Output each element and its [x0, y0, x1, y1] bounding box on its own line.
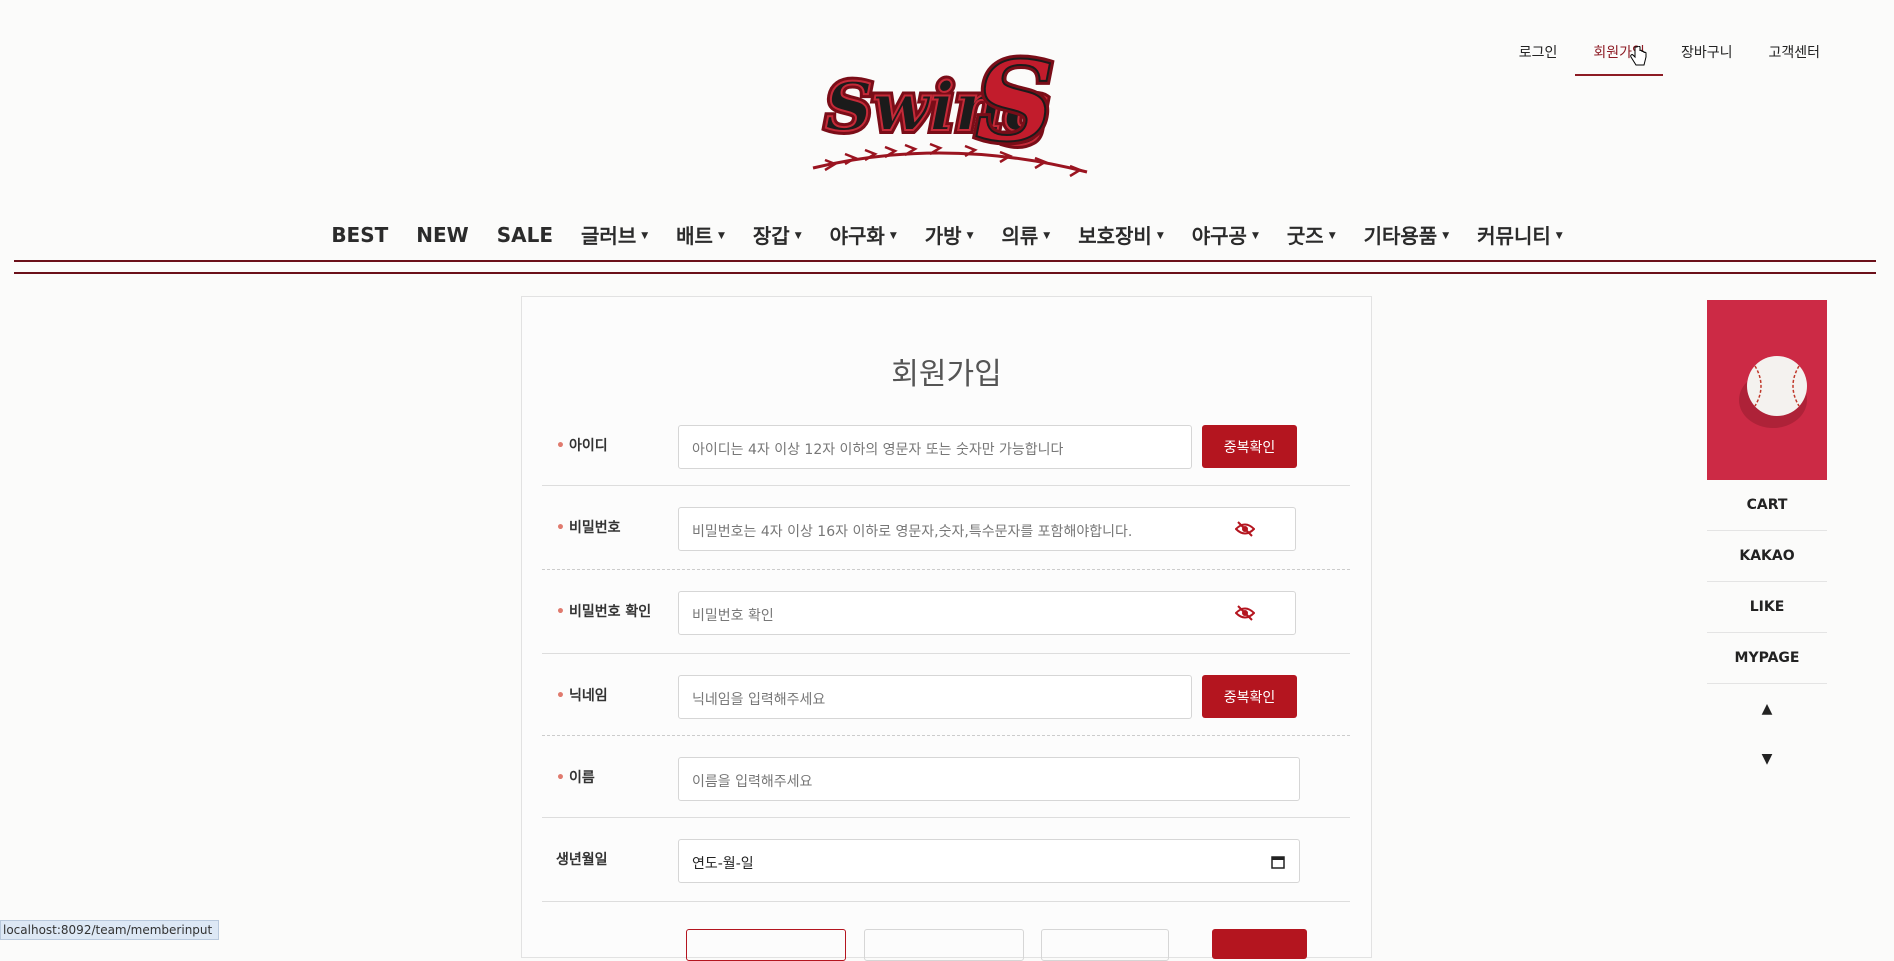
nav-divider-top — [14, 260, 1876, 262]
caret-down-icon: ▼ — [1328, 231, 1336, 241]
hand-cursor-icon — [1630, 46, 1647, 66]
quick-menu: CART KAKAO LIKE MYPAGE ▲ ▼ — [1707, 300, 1827, 784]
required-mark: • — [556, 520, 565, 536]
nav-item-label: 배트 — [676, 224, 713, 248]
nav-divider-bottom — [14, 272, 1876, 274]
nickname-row: • 닉네임 닉네임을 입력해주세요 중복확인 — [542, 653, 1350, 736]
required-mark: • — [556, 604, 565, 620]
nav-item-label: 장갑 — [752, 224, 790, 248]
name-label: • 이름 — [556, 770, 595, 786]
birth-row: 생년월일 연도-월-일 — [542, 817, 1350, 902]
caret-down-icon: ▼ — [1251, 231, 1259, 241]
caret-down-icon: ▼ — [1043, 231, 1051, 241]
nav-item-9[interactable]: 보호장비 ▼ — [1064, 220, 1178, 249]
nav-item-label: BEST — [331, 222, 389, 247]
signup-form: 회원가입 • 아이디 아이디는 4자 이상 12자 이하의 영문자 또는 숫자만 … — [521, 296, 1372, 961]
scroll-up-button[interactable]: ▲ — [1707, 684, 1827, 734]
baseball-image[interactable] — [1707, 300, 1827, 480]
password-input[interactable]: 비밀번호는 4자 이상 16자 이하로 영문자,숫자,특수문자를 포함해야합니다… — [678, 507, 1296, 551]
nav-item-label: NEW — [416, 222, 469, 247]
nav-item-0[interactable]: BEST — [317, 223, 402, 247]
caret-down-icon: ▼ — [966, 231, 974, 241]
nav-item-2[interactable]: SALE — [483, 223, 567, 247]
nav-item-label: 커뮤니티 — [1477, 224, 1551, 248]
quick-kakao[interactable]: KAKAO — [1707, 531, 1827, 582]
nav-item-label: 가방 — [924, 224, 962, 248]
option-button-1[interactable] — [686, 929, 846, 961]
password-confirm-input[interactable]: 비밀번호 확인 — [678, 591, 1296, 635]
eye-slash-icon[interactable] — [1235, 604, 1255, 622]
nav-item-13[interactable]: 커뮤니티 ▼ — [1463, 220, 1577, 249]
nav-item-8[interactable]: 의류 ▼ — [987, 220, 1064, 249]
eye-slash-icon[interactable] — [1235, 520, 1255, 538]
id-row: • 아이디 아이디는 4자 이상 12자 이하의 영문자 또는 숫자만 가능합니다… — [542, 425, 1350, 486]
nav-item-label: 굿즈 — [1286, 224, 1324, 248]
caret-down-icon: ▼ — [1156, 231, 1164, 241]
password-label: • 비밀번호 — [556, 520, 621, 536]
nav-item-label: SALE — [496, 222, 554, 247]
baseball-icon — [1739, 356, 1807, 428]
login-link[interactable]: 로그인 — [1501, 38, 1576, 76]
quick-like[interactable]: LIKE — [1707, 582, 1827, 633]
caret-down-icon: ▼ — [717, 231, 725, 241]
option-button-3[interactable] — [1041, 929, 1169, 961]
nav-item-label: 야구공 — [1191, 224, 1247, 248]
main-nav: BEST NEW SALE 글러브 ▼ 배트 ▼ 장갑 ▼ 야구화 ▼ 가방 ▼ 의류 ▼ 보호장비 ▼ 야구공 ▼… — [0, 220, 1894, 249]
nav-item-label: 글러브 — [581, 224, 637, 248]
nav-item-label: 기타용품 — [1363, 224, 1438, 248]
password-confirm-label: • 비밀번호 확인 — [556, 604, 652, 620]
nav-item-label: 야구화 — [829, 224, 885, 248]
customer-center-link[interactable]: 고객센터 — [1750, 38, 1838, 76]
nav-item-12[interactable]: 기타용품 ▼ — [1350, 220, 1464, 249]
page-title: 회원가입 — [891, 357, 1002, 392]
nav-item-label: 의류 — [1001, 224, 1039, 248]
nickname-duplicate-check-button[interactable]: 중복확인 — [1202, 675, 1297, 718]
nav-item-1[interactable]: NEW — [402, 223, 482, 247]
id-label: • 아이디 — [556, 438, 608, 454]
cart-link[interactable]: 장바구니 — [1663, 38, 1751, 76]
calendar-icon[interactable] — [1271, 855, 1285, 869]
nav-item-7[interactable]: 가방 ▼ — [911, 220, 988, 249]
option-button-4[interactable] — [1212, 929, 1307, 959]
nav-item-4[interactable]: 배트 ▼ — [662, 220, 739, 249]
caret-down-icon: ▼ — [1442, 231, 1450, 241]
caret-down-icon: ▼ — [889, 231, 897, 241]
name-row: • 이름 이름을 입력해주세요 — [542, 735, 1350, 818]
id-duplicate-check-button[interactable]: 중복확인 — [1202, 425, 1297, 468]
top-links: 로그인 회원가입 장바구니 고객센터 — [1501, 38, 1838, 76]
svg-text:S: S — [975, 40, 1054, 166]
name-input[interactable]: 이름을 입력해주세요 — [678, 757, 1300, 801]
nickname-label: • 닉네임 — [556, 688, 608, 704]
caret-down-icon: ▼ — [641, 231, 649, 241]
scroll-down-button[interactable]: ▼ — [1707, 734, 1827, 784]
password-row: • 비밀번호 비밀번호는 4자 이상 16자 이하로 영문자,숫자,특수문자를 포… — [542, 485, 1350, 570]
swings-logo[interactable]: Swing Swing S S — [805, 40, 1095, 180]
nav-item-5[interactable]: 장갑 ▼ — [739, 220, 816, 249]
required-mark: • — [556, 770, 565, 786]
quick-mypage[interactable]: MYPAGE — [1707, 633, 1827, 684]
nickname-input[interactable]: 닉네임을 입력해주세요 — [678, 675, 1192, 719]
required-mark: • — [556, 688, 565, 704]
caret-down-icon: ▼ — [794, 231, 802, 241]
required-mark: • — [556, 438, 565, 454]
nav-item-6[interactable]: 야구화 ▼ — [816, 220, 911, 249]
nav-item-11[interactable]: 굿즈 ▼ — [1273, 220, 1350, 249]
option-button-2[interactable] — [864, 929, 1024, 961]
birth-date-input[interactable]: 연도-월-일 — [678, 839, 1300, 883]
nav-item-label: 보호장비 — [1078, 224, 1152, 248]
password-confirm-row: • 비밀번호 확인 비밀번호 확인 — [542, 569, 1350, 654]
quick-cart[interactable]: CART — [1707, 480, 1827, 531]
birth-label: 생년월일 — [556, 852, 608, 868]
signup-link[interactable]: 회원가입 — [1575, 38, 1663, 76]
nav-item-3[interactable]: 글러브 ▼ — [567, 220, 662, 249]
nav-item-10[interactable]: 야구공 ▼ — [1178, 220, 1273, 249]
status-bar-url: localhost:8092/team/memberinput — [0, 920, 220, 940]
caret-down-icon: ▼ — [1555, 231, 1563, 241]
id-input[interactable]: 아이디는 4자 이상 12자 이하의 영문자 또는 숫자만 가능합니다 — [678, 425, 1192, 469]
